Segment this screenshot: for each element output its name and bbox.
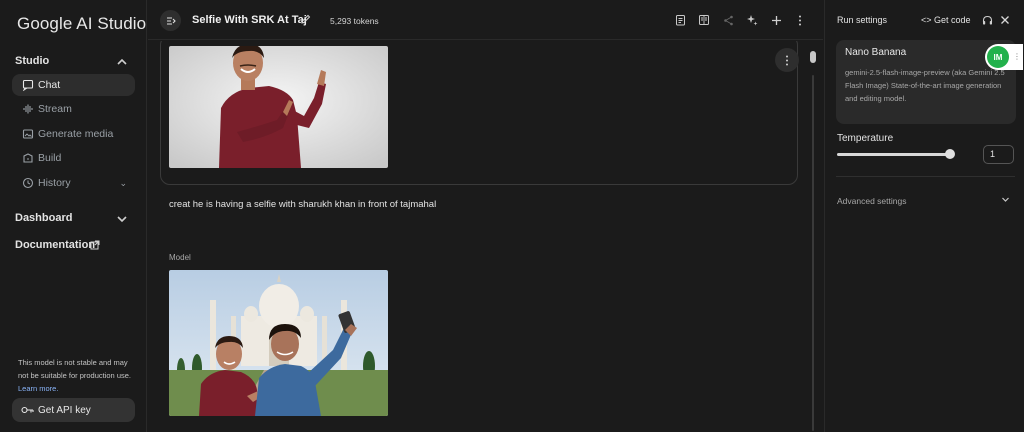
run-settings-panel: Run settings <> Get code Nano Banana gem… <box>824 0 1024 432</box>
sidebar-item-chat[interactable]: Chat <box>12 74 135 96</box>
media-icon <box>21 127 35 141</box>
more-vert-icon[interactable] <box>794 14 806 26</box>
learn-more-link[interactable]: Learn more. <box>18 384 58 393</box>
sidebar-item-build[interactable]: Build <box>12 147 135 169</box>
close-icon[interactable] <box>999 14 1011 26</box>
advanced-settings-toggle[interactable]: Advanced settings <box>837 196 906 206</box>
user-message-text: creat he is having a selfie with sharukh… <box>169 199 437 210</box>
uploaded-image[interactable] <box>169 46 388 168</box>
model-description: gemini-2.5-flash-image-preview (aka Gemi… <box>845 68 1005 103</box>
compare-icon[interactable] <box>674 14 686 26</box>
top-bar: Selfie With SRK At Taj 5,293 tokens <box>148 0 823 40</box>
external-link-icon[interactable] <box>90 240 100 250</box>
more-vert-icon <box>786 55 788 65</box>
documentation-link[interactable]: Documentation <box>15 239 95 251</box>
chevron-down-icon[interactable] <box>1001 195 1010 206</box>
message-options-button[interactable] <box>775 48 799 72</box>
history-icon <box>21 176 35 190</box>
chat-icon <box>21 78 35 92</box>
chat-area: creat he is having a selfie with sharukh… <box>148 41 823 432</box>
sidebar-item-stream[interactable]: Stream <box>12 98 135 120</box>
prompt-title[interactable]: Selfie With SRK At Taj <box>192 14 307 26</box>
chat-scrollbar[interactable] <box>810 51 816 431</box>
book-icon[interactable] <box>698 14 710 26</box>
temperature-slider-thumb[interactable] <box>945 149 955 159</box>
model-name: Nano Banana <box>845 47 907 58</box>
temperature-label: Temperature <box>837 133 894 144</box>
code-icon: <> <box>921 15 932 25</box>
token-count: 5,293 tokens <box>330 16 379 26</box>
note-text: This model is not stable and may not be … <box>18 358 131 380</box>
headset-icon[interactable] <box>981 14 993 26</box>
run-settings-title: Run settings <box>837 15 888 25</box>
extension-badge[interactable]: IM ⋮⋮ <box>985 44 1024 70</box>
app-logo[interactable]: Google AI Studio <box>17 14 146 34</box>
dashboard-section-title[interactable]: Dashboard <box>15 212 72 224</box>
toggle-sidebar-button[interactable] <box>160 10 181 31</box>
divider <box>836 176 1015 177</box>
drag-handle-icon[interactable]: ⋮⋮ <box>1013 52 1024 61</box>
sidebar-item-label: Generate media <box>38 128 114 140</box>
chevron-down-icon[interactable]: ⌄ <box>119 178 127 189</box>
scroll-track[interactable] <box>812 75 814 431</box>
chevron-up-icon[interactable] <box>116 56 128 68</box>
sparkle-icon[interactable] <box>746 14 758 26</box>
temperature-slider-track[interactable] <box>837 153 951 156</box>
generated-image[interactable] <box>169 270 388 416</box>
add-icon[interactable] <box>770 14 782 26</box>
get-api-key-button[interactable]: Get API key <box>12 398 135 422</box>
scroll-thumb[interactable] <box>810 51 816 63</box>
left-sidebar: Google AI Studio Studio Chat Stream Gene… <box>0 0 147 432</box>
temperature-input[interactable]: 1 <box>983 145 1014 164</box>
model-response-label: Model <box>169 253 191 262</box>
sidebar-item-label: Stream <box>38 103 72 115</box>
menu-collapse-icon <box>166 16 176 25</box>
user-message-card <box>160 41 799 185</box>
get-code-button[interactable]: <> Get code <box>921 15 971 25</box>
edit-icon[interactable] <box>300 14 311 25</box>
stream-icon <box>21 102 35 116</box>
studio-section-title[interactable]: Studio <box>15 55 49 67</box>
sidebar-item-label: Build <box>38 152 62 164</box>
get-api-key-label: Get API key <box>38 404 91 416</box>
chevron-down-icon[interactable] <box>116 213 128 225</box>
build-icon <box>21 151 35 165</box>
model-stability-note: This model is not stable and may not be … <box>18 356 136 395</box>
extension-logo-icon: IM <box>987 46 1009 68</box>
sidebar-item-label: Chat <box>38 79 61 91</box>
share-icon[interactable] <box>722 14 734 26</box>
key-icon <box>21 405 34 415</box>
get-code-label: Get code <box>934 15 971 25</box>
sidebar-item-history[interactable]: History ⌄ <box>12 172 135 194</box>
sidebar-item-generate-media[interactable]: Generate media <box>12 123 135 145</box>
sidebar-item-label: History <box>38 177 71 189</box>
